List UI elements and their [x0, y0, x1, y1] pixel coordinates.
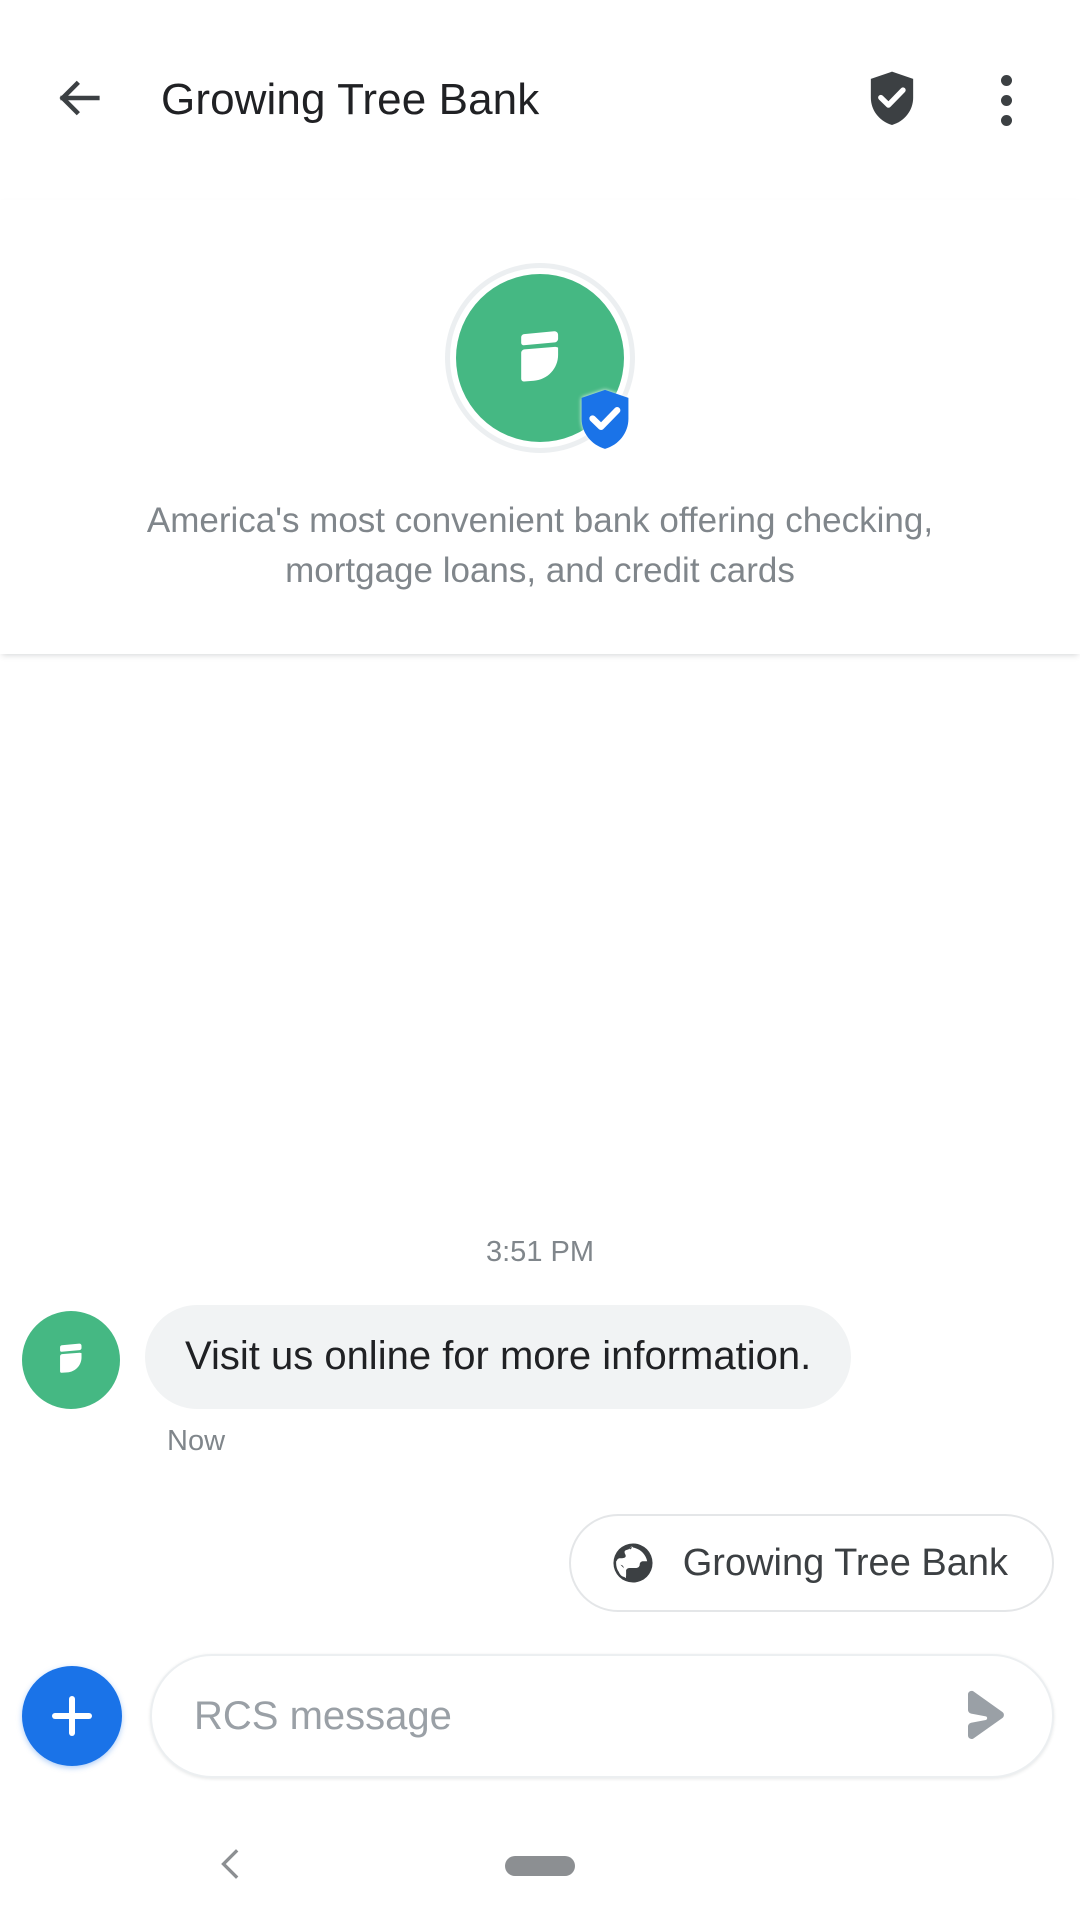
message-status: Now	[167, 1425, 226, 1457]
leaf-logo-icon	[497, 313, 583, 404]
leaf-logo-icon	[46, 1333, 96, 1388]
verified-shield-badge-icon	[574, 388, 636, 450]
arrow-left-icon	[54, 72, 106, 129]
message-bubble[interactable]: Visit us online for more information.	[145, 1305, 852, 1409]
message-input[interactable]: RCS message	[194, 1694, 950, 1739]
rcs-conversation-screen: Growing Tree Bank America's most conveni…	[0, 0, 1080, 1920]
message-thread: 3:51 PM Visit us online for more informa…	[0, 654, 1080, 1620]
attach-button[interactable]	[22, 1666, 122, 1766]
globe-icon	[609, 1539, 657, 1587]
system-navigation-bar	[0, 1812, 1080, 1920]
message-input-container[interactable]: RCS message	[150, 1654, 1054, 1778]
message-content: Visit us online for more information. No…	[120, 1305, 852, 1458]
system-back-button[interactable]	[196, 1831, 266, 1901]
system-home-handle[interactable]	[505, 1856, 575, 1876]
verified-shield-icon	[867, 70, 917, 131]
thread-timestamp: 3:51 PM	[486, 1236, 594, 1268]
message-row: Visit us online for more information. No…	[0, 1305, 1080, 1458]
message-composer: RCS message	[0, 1620, 1080, 1812]
send-button[interactable]	[950, 1679, 1024, 1753]
suggestion-chip-label: Growing Tree Bank	[682, 1541, 1008, 1584]
app-bar: Growing Tree Bank	[0, 0, 1080, 200]
overflow-menu-button[interactable]	[966, 60, 1046, 140]
suggestion-chip-open-url[interactable]: Growing Tree Bank	[568, 1514, 1054, 1612]
page-title: Growing Tree Bank	[161, 75, 540, 124]
business-profile-card: America's most convenient bank offering …	[0, 200, 1080, 654]
suggestion-chip-list: Growing Tree Bank	[0, 1458, 1080, 1612]
verified-business-button[interactable]	[852, 60, 932, 140]
message-sender-avatar[interactable]	[22, 1311, 120, 1409]
more-vert-icon	[1000, 74, 1012, 126]
send-arrow-icon	[955, 1688, 1019, 1745]
business-avatar[interactable]	[450, 268, 630, 449]
business-description: America's most convenient bank offering …	[146, 501, 934, 590]
chevron-left-icon	[211, 1844, 251, 1889]
back-button[interactable]	[40, 60, 120, 140]
